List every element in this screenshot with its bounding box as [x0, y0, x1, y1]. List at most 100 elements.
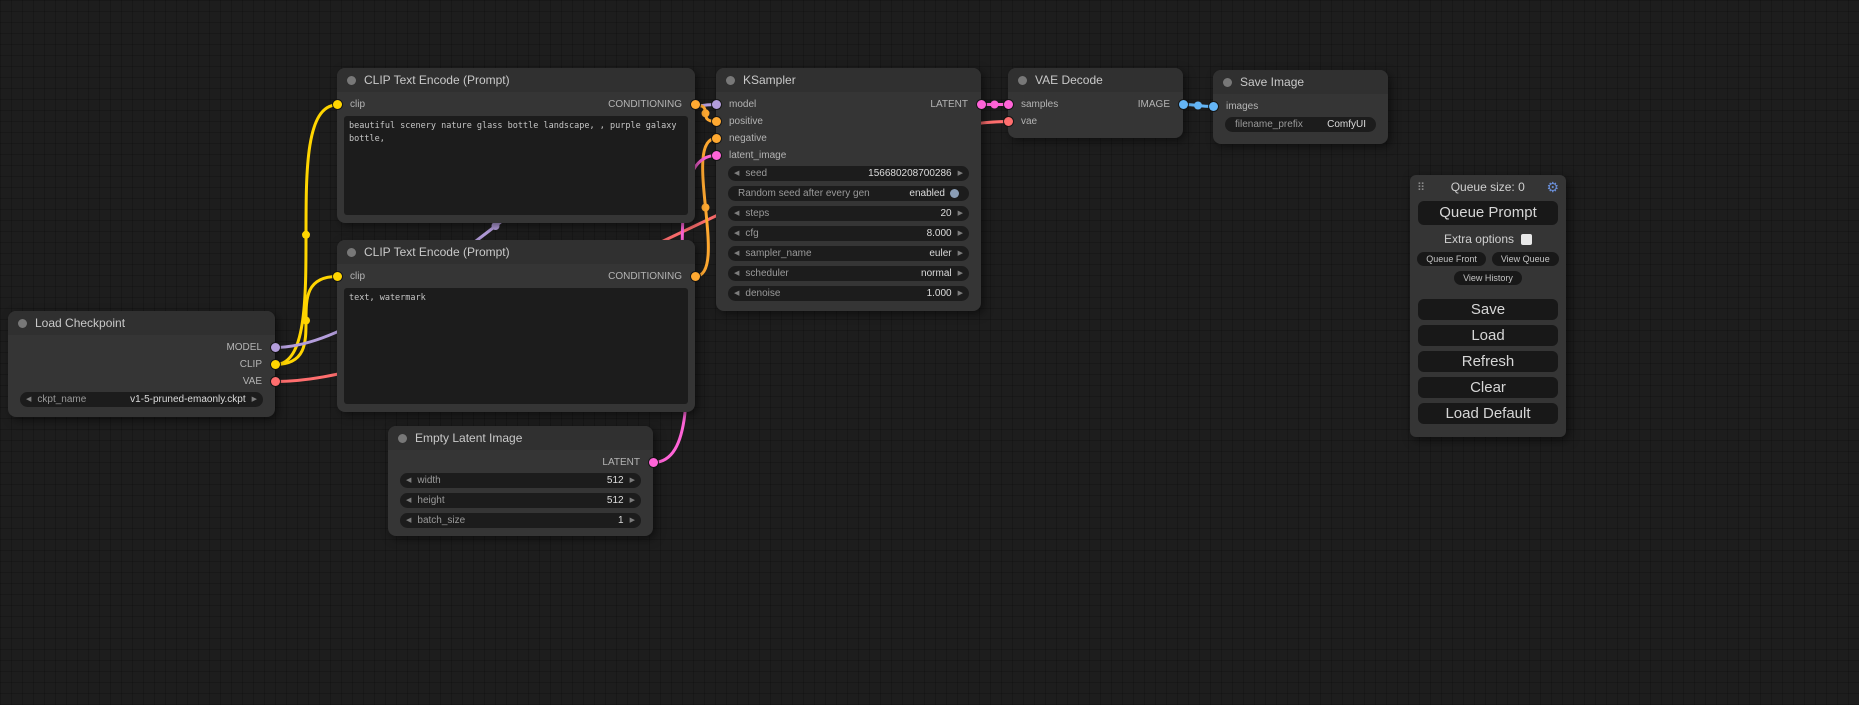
node-title-bar[interactable]: CLIP Text Encode (Prompt): [337, 68, 695, 92]
increment-arrow-icon[interactable]: ▶: [958, 166, 963, 181]
node-collapse-dot[interactable]: [347, 76, 356, 85]
decrement-arrow-icon[interactable]: ◀: [734, 166, 739, 181]
input-port-negative[interactable]: [712, 134, 721, 143]
output-port-latent[interactable]: [649, 458, 658, 467]
node-load-checkpoint[interactable]: Load Checkpoint MODEL CLIP VAE ◀ ckpt_na…: [8, 311, 275, 417]
node-vae-decode[interactable]: VAE Decode samples IMAGE vae: [1008, 68, 1183, 138]
node-collapse-dot[interactable]: [347, 248, 356, 257]
input-port-images[interactable]: [1209, 102, 1218, 111]
next-value-arrow-icon[interactable]: ▶: [958, 266, 963, 281]
node-ksampler[interactable]: KSampler model LATENT positive negative …: [716, 68, 981, 311]
load-button[interactable]: Load: [1418, 325, 1558, 346]
node-title-bar[interactable]: Empty Latent Image: [388, 426, 653, 450]
save-button[interactable]: Save: [1418, 299, 1558, 320]
input-port-samples[interactable]: [1004, 100, 1013, 109]
decrement-arrow-icon[interactable]: ◀: [406, 493, 411, 508]
node-title-bar[interactable]: KSampler: [716, 68, 981, 92]
output-port-conditioning[interactable]: [691, 272, 700, 281]
prev-value-arrow-icon[interactable]: ◀: [26, 392, 31, 407]
widget-sampler-name[interactable]: ◀ sampler_name euler ▶: [728, 246, 969, 261]
port-row: MODEL: [8, 339, 275, 356]
output-label-vae: VAE: [243, 376, 262, 387]
node-clip-text-encode-positive[interactable]: CLIP Text Encode (Prompt) clip CONDITION…: [337, 68, 695, 223]
node-title-bar[interactable]: Save Image: [1213, 70, 1388, 94]
wire-midpoint-dot[interactable]: [492, 222, 500, 230]
increment-arrow-icon[interactable]: ▶: [630, 513, 635, 528]
decrement-arrow-icon[interactable]: ◀: [734, 286, 739, 301]
widget-ckpt-name[interactable]: ◀ ckpt_name v1-5-pruned-emaonly.ckpt ▶: [20, 392, 263, 407]
prev-value-arrow-icon[interactable]: ◀: [734, 266, 739, 281]
wire-midpoint-dot[interactable]: [302, 231, 310, 239]
widget-height[interactable]: ◀ height 512 ▶: [400, 493, 641, 508]
output-port-clip[interactable]: [271, 360, 280, 369]
widget-width[interactable]: ◀ width 512 ▶: [400, 473, 641, 488]
node-save-image[interactable]: Save Image images filename_prefix ComfyU…: [1213, 70, 1388, 144]
widget-batch-size[interactable]: ◀ batch_size 1 ▶: [400, 513, 641, 528]
node-clip-text-encode-negative[interactable]: CLIP Text Encode (Prompt) clip CONDITION…: [337, 240, 695, 412]
widget-random-seed-toggle[interactable]: Random seed after every gen enabled: [728, 186, 969, 201]
wire-midpoint-dot[interactable]: [1194, 102, 1202, 110]
prev-value-arrow-icon[interactable]: ◀: [734, 246, 739, 261]
widget-value: 8.000: [927, 228, 952, 239]
wire-midpoint-dot[interactable]: [702, 109, 710, 117]
input-port-positive[interactable]: [712, 117, 721, 126]
node-title-bar[interactable]: VAE Decode: [1008, 68, 1183, 92]
prompt-textarea[interactable]: text, watermark: [344, 288, 688, 404]
widget-steps[interactable]: ◀ steps 20 ▶: [728, 206, 969, 221]
increment-arrow-icon[interactable]: ▶: [958, 226, 963, 241]
view-history-button[interactable]: View History: [1454, 271, 1522, 285]
extra-options-label: Extra options: [1444, 232, 1514, 246]
node-collapse-dot[interactable]: [18, 319, 27, 328]
input-port-clip[interactable]: [333, 100, 342, 109]
queue-prompt-button[interactable]: Queue Prompt: [1418, 201, 1558, 225]
node-title: CLIP Text Encode (Prompt): [364, 73, 510, 87]
node-collapse-dot[interactable]: [1018, 76, 1027, 85]
increment-arrow-icon[interactable]: ▶: [958, 286, 963, 301]
decrement-arrow-icon[interactable]: ◀: [406, 513, 411, 528]
output-port-latent[interactable]: [977, 100, 986, 109]
next-value-arrow-icon[interactable]: ▶: [958, 246, 963, 261]
widget-cfg[interactable]: ◀ cfg 8.000 ▶: [728, 226, 969, 241]
input-port-latent-image[interactable]: [712, 151, 721, 160]
extra-options-checkbox[interactable]: [1521, 234, 1532, 245]
widget-value: 156680208700286: [868, 168, 951, 179]
output-port-model[interactable]: [271, 343, 280, 352]
output-port-conditioning[interactable]: [691, 100, 700, 109]
next-value-arrow-icon[interactable]: ▶: [252, 392, 257, 407]
widget-seed[interactable]: ◀ seed 156680208700286 ▶: [728, 166, 969, 181]
decrement-arrow-icon[interactable]: ◀: [406, 473, 411, 488]
increment-arrow-icon[interactable]: ▶: [630, 473, 635, 488]
node-collapse-dot[interactable]: [726, 76, 735, 85]
input-port-clip[interactable]: [333, 272, 342, 281]
settings-gear-icon[interactable]: ⚙: [1546, 180, 1559, 194]
queue-front-button[interactable]: Queue Front: [1417, 252, 1486, 266]
comfyui-canvas[interactable]: { "icons": { "arrow_left": "◀", "arrow_r…: [0, 0, 1859, 705]
node-title-bar[interactable]: CLIP Text Encode (Prompt): [337, 240, 695, 264]
input-port-model[interactable]: [712, 100, 721, 109]
toggle-dot-icon[interactable]: [950, 189, 959, 198]
wire-midpoint-dot[interactable]: [991, 101, 999, 109]
clear-button[interactable]: Clear: [1418, 377, 1558, 398]
refresh-button[interactable]: Refresh: [1418, 351, 1558, 372]
view-queue-button[interactable]: View Queue: [1492, 252, 1559, 266]
wire-midpoint-dot[interactable]: [702, 204, 710, 212]
output-port-vae[interactable]: [271, 377, 280, 386]
wire-midpoint-dot[interactable]: [302, 317, 310, 325]
load-default-button[interactable]: Load Default: [1418, 403, 1558, 424]
node-title-bar[interactable]: Load Checkpoint: [8, 311, 275, 335]
node-collapse-dot[interactable]: [398, 434, 407, 443]
node-collapse-dot[interactable]: [1223, 78, 1232, 87]
increment-arrow-icon[interactable]: ▶: [958, 206, 963, 221]
decrement-arrow-icon[interactable]: ◀: [734, 226, 739, 241]
drag-handle-icon[interactable]: ⠿: [1417, 181, 1425, 194]
increment-arrow-icon[interactable]: ▶: [630, 493, 635, 508]
decrement-arrow-icon[interactable]: ◀: [734, 206, 739, 221]
widget-filename-prefix[interactable]: filename_prefix ComfyUI: [1225, 117, 1376, 132]
prompt-textarea[interactable]: beautiful scenery nature glass bottle la…: [344, 116, 688, 215]
widget-denoise[interactable]: ◀ denoise 1.000 ▶: [728, 286, 969, 301]
output-port-image[interactable]: [1179, 100, 1188, 109]
widget-value: 512: [607, 475, 624, 486]
widget-scheduler[interactable]: ◀ scheduler normal ▶: [728, 266, 969, 281]
input-port-vae[interactable]: [1004, 117, 1013, 126]
node-empty-latent-image[interactable]: Empty Latent Image LATENT ◀ width 512 ▶ …: [388, 426, 653, 536]
